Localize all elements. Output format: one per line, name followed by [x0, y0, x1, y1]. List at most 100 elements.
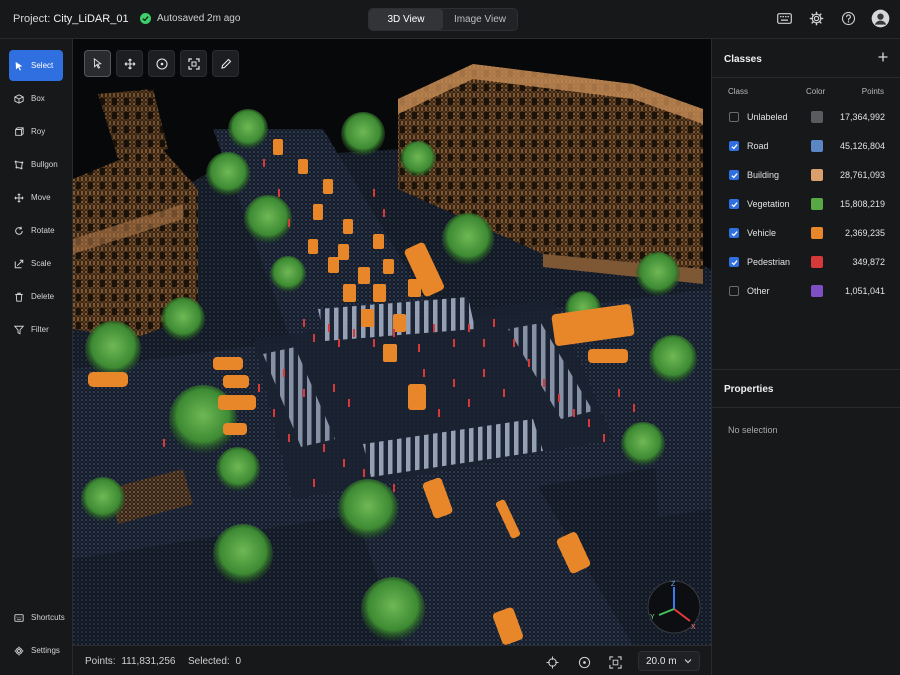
- add-class-button[interactable]: [878, 52, 888, 65]
- axis-x-label: X: [691, 624, 696, 631]
- cube-icon: [14, 93, 24, 104]
- move-icon[interactable]: [116, 50, 143, 77]
- class-color-swatch[interactable]: [811, 169, 823, 181]
- class-row-vehicle[interactable]: Vehicle 2,369,235: [712, 219, 900, 248]
- view-toggle: 3D View Image View: [368, 8, 518, 31]
- keyboard-icon: [14, 613, 24, 622]
- autosave-status: Autosaved 2m ago: [140, 13, 240, 24]
- tool-move[interactable]: Move: [9, 182, 63, 213]
- rotate-icon: [15, 226, 23, 235]
- plus-icon: [878, 52, 888, 62]
- filter-icon: [14, 325, 24, 334]
- class-color-swatch[interactable]: [811, 227, 823, 239]
- tab-3d-view[interactable]: 3D View: [369, 9, 443, 30]
- project-title: Project: City_LiDAR_01: [13, 13, 129, 25]
- class-point-count: 17,364,992: [839, 112, 885, 122]
- tool-label: Move: [31, 193, 51, 202]
- column-class: Class: [728, 87, 749, 96]
- pencil-icon[interactable]: [212, 50, 239, 77]
- fit-view-icon[interactable]: [607, 654, 623, 670]
- class-color-swatch[interactable]: [811, 256, 823, 268]
- tool-label: Bullgon: [31, 160, 58, 169]
- tool-roy[interactable]: Roy: [9, 116, 63, 147]
- class-row-pedestrian[interactable]: Pedestrian 349,872: [712, 248, 900, 277]
- axis-gizmo[interactable]: Z X Y: [646, 579, 702, 635]
- frame-icon[interactable]: [180, 50, 207, 77]
- gear-icon[interactable]: [807, 9, 826, 28]
- orbit-icon[interactable]: [148, 50, 175, 77]
- chevron-down-icon: [684, 659, 692, 664]
- tool-label: Filter: [31, 325, 49, 334]
- axis-z-label: Z: [671, 581, 676, 588]
- class-point-count: 45,126,804: [839, 141, 885, 151]
- class-row-road[interactable]: Road 45,126,804: [712, 132, 900, 161]
- top-bar: Project: City_LiDAR_01 Autosaved 2m ago …: [0, 0, 900, 39]
- tool-label: Box: [31, 94, 45, 103]
- pointer-icon[interactable]: [84, 50, 111, 77]
- class-name: Vegetation: [747, 199, 790, 209]
- selected-label: Selected:: [188, 656, 230, 667]
- left-toolbar: Select Box Roy Bullgon Move Rotate Scale…: [0, 39, 73, 675]
- crosshair-icon[interactable]: [544, 654, 560, 670]
- tool-scale[interactable]: Scale: [9, 248, 63, 279]
- help-icon[interactable]: [839, 9, 858, 28]
- polygon-icon: [14, 160, 24, 169]
- tool-shortcuts[interactable]: Shortcuts: [9, 602, 65, 633]
- point-cloud-viewport[interactable]: Z X Y: [73, 39, 711, 645]
- tool-label: Roy: [31, 127, 46, 136]
- gear-icon: [14, 646, 24, 655]
- points-label: Points:: [85, 656, 116, 667]
- points-value: 111,831,256: [121, 656, 176, 667]
- project-label: Project:: [13, 13, 51, 25]
- zoom-value: 20.0 m: [646, 655, 677, 667]
- class-checkbox[interactable]: [729, 141, 739, 151]
- avatar-icon[interactable]: [871, 9, 890, 28]
- class-name: Vehicle: [747, 228, 777, 238]
- cube-outline-icon: [15, 126, 24, 136]
- status-bar: Points: 111,831,256 Selected: 0 20.0 m: [73, 645, 711, 675]
- class-row-unlabeled[interactable]: Unlabeled 17,364,992: [712, 103, 900, 132]
- tool-label: Shortcuts: [31, 613, 65, 622]
- class-row-building[interactable]: Building 28,761,093: [712, 161, 900, 190]
- class-color-swatch[interactable]: [811, 285, 823, 297]
- keyboard-icon[interactable]: [775, 9, 794, 28]
- column-color: Color: [806, 87, 826, 96]
- point-cloud-scene[interactable]: [73, 39, 711, 645]
- class-row-other[interactable]: Other 1,051,041: [712, 277, 900, 306]
- class-name: Pedestrian: [747, 257, 791, 267]
- class-name: Building: [747, 170, 780, 180]
- class-name: Road: [747, 141, 769, 151]
- class-checkbox[interactable]: [729, 286, 739, 296]
- check-icon: [140, 13, 151, 24]
- zoom-select[interactable]: 20.0 m: [638, 651, 700, 671]
- tool-label: Rotate: [31, 226, 55, 235]
- tool-select[interactable]: Select: [9, 50, 63, 81]
- class-checkbox[interactable]: [729, 170, 739, 180]
- selected-value: 0: [235, 656, 242, 667]
- class-checkbox[interactable]: [729, 257, 739, 267]
- project-name[interactable]: City_LiDAR_01: [53, 13, 128, 25]
- tool-filter[interactable]: Filter: [9, 314, 63, 345]
- class-checkbox[interactable]: [729, 199, 739, 209]
- tool-box[interactable]: Box: [9, 83, 63, 114]
- tool-rotate[interactable]: Rotate: [9, 215, 63, 246]
- tool-bullgon[interactable]: Bullgon: [9, 149, 63, 180]
- tab-image-view[interactable]: Image View: [443, 9, 517, 30]
- column-points: Points: [861, 87, 884, 96]
- class-row-vegetation[interactable]: Vegetation 15,808,219: [712, 190, 900, 219]
- tool-label: Settings: [31, 646, 60, 655]
- class-color-swatch[interactable]: [811, 111, 823, 123]
- scale-icon: [14, 259, 24, 268]
- tool-settings[interactable]: Settings: [9, 635, 63, 666]
- target-icon[interactable]: [576, 654, 592, 670]
- class-color-swatch[interactable]: [811, 140, 823, 152]
- class-checkbox[interactable]: [729, 228, 739, 238]
- tool-label: Scale: [31, 259, 52, 268]
- class-checkbox[interactable]: [729, 112, 739, 122]
- points-status: Points: 111,831,256: [85, 656, 176, 667]
- class-color-swatch[interactable]: [811, 198, 823, 210]
- tool-delete[interactable]: Delete: [9, 281, 63, 312]
- properties-title: Properties: [724, 384, 774, 395]
- class-point-count: 349,872: [852, 257, 885, 267]
- axis-y-label: Y: [650, 614, 655, 621]
